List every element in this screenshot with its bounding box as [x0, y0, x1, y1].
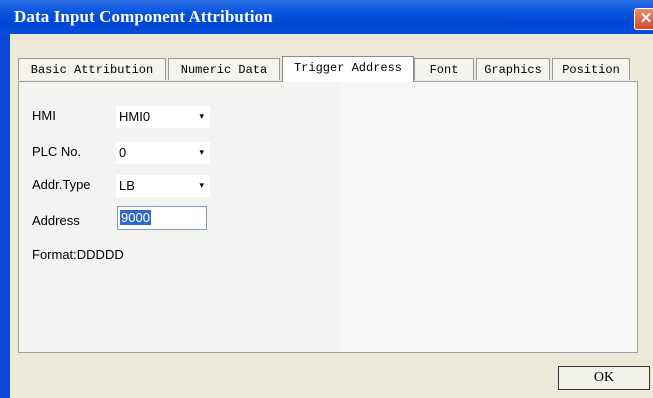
window-title: Data Input Component Attribution [14, 7, 273, 26]
address-label: Address [32, 213, 80, 228]
chevron-down-icon: ▾ [199, 180, 204, 190]
tab-trigger-address[interactable]: Trigger Address [282, 56, 414, 82]
addr-type-select[interactable]: LB ▾ [116, 175, 210, 197]
tab-basic-attribution[interactable]: Basic Attribution [18, 58, 166, 80]
hmi-label: HMI [32, 108, 56, 123]
tab-graphics[interactable]: Graphics [476, 58, 550, 80]
tab-numeric-data[interactable]: Numeric Data [168, 58, 280, 80]
address-input[interactable]: 9000 [117, 206, 207, 230]
format-text: Format:DDDDD [32, 247, 124, 262]
hmi-value: HMI0 [119, 109, 151, 124]
panel-empty-area [341, 82, 637, 352]
chevron-down-icon: ▾ [199, 111, 204, 121]
addr-type-value: LB [119, 178, 135, 193]
address-value-selected: 9000 [120, 210, 151, 225]
tab-panel-trigger-address: HMI HMI0 ▾ PLC No. 0 ▾ Addr.Type LB ▾ Ad… [18, 81, 638, 353]
form-area: HMI HMI0 ▾ PLC No. 0 ▾ Addr.Type LB ▾ Ad… [19, 82, 341, 352]
plc-no-label: PLC No. [32, 144, 82, 159]
plc-no-select[interactable]: 0 ▾ [116, 142, 210, 164]
close-icon[interactable]: ✕ [634, 8, 653, 30]
chevron-down-icon: ▾ [199, 147, 204, 157]
ok-button[interactable]: OK [558, 366, 650, 390]
plc-no-value: 0 [119, 145, 127, 160]
window-frame-left [0, 34, 10, 398]
addr-type-label: Addr.Type [32, 177, 91, 192]
tab-position[interactable]: Position [552, 58, 630, 80]
title-bar: Data Input Component Attribution ✕ [0, 0, 653, 35]
tab-font[interactable]: Font [414, 58, 474, 80]
hmi-select[interactable]: HMI0 ▾ [116, 106, 210, 128]
